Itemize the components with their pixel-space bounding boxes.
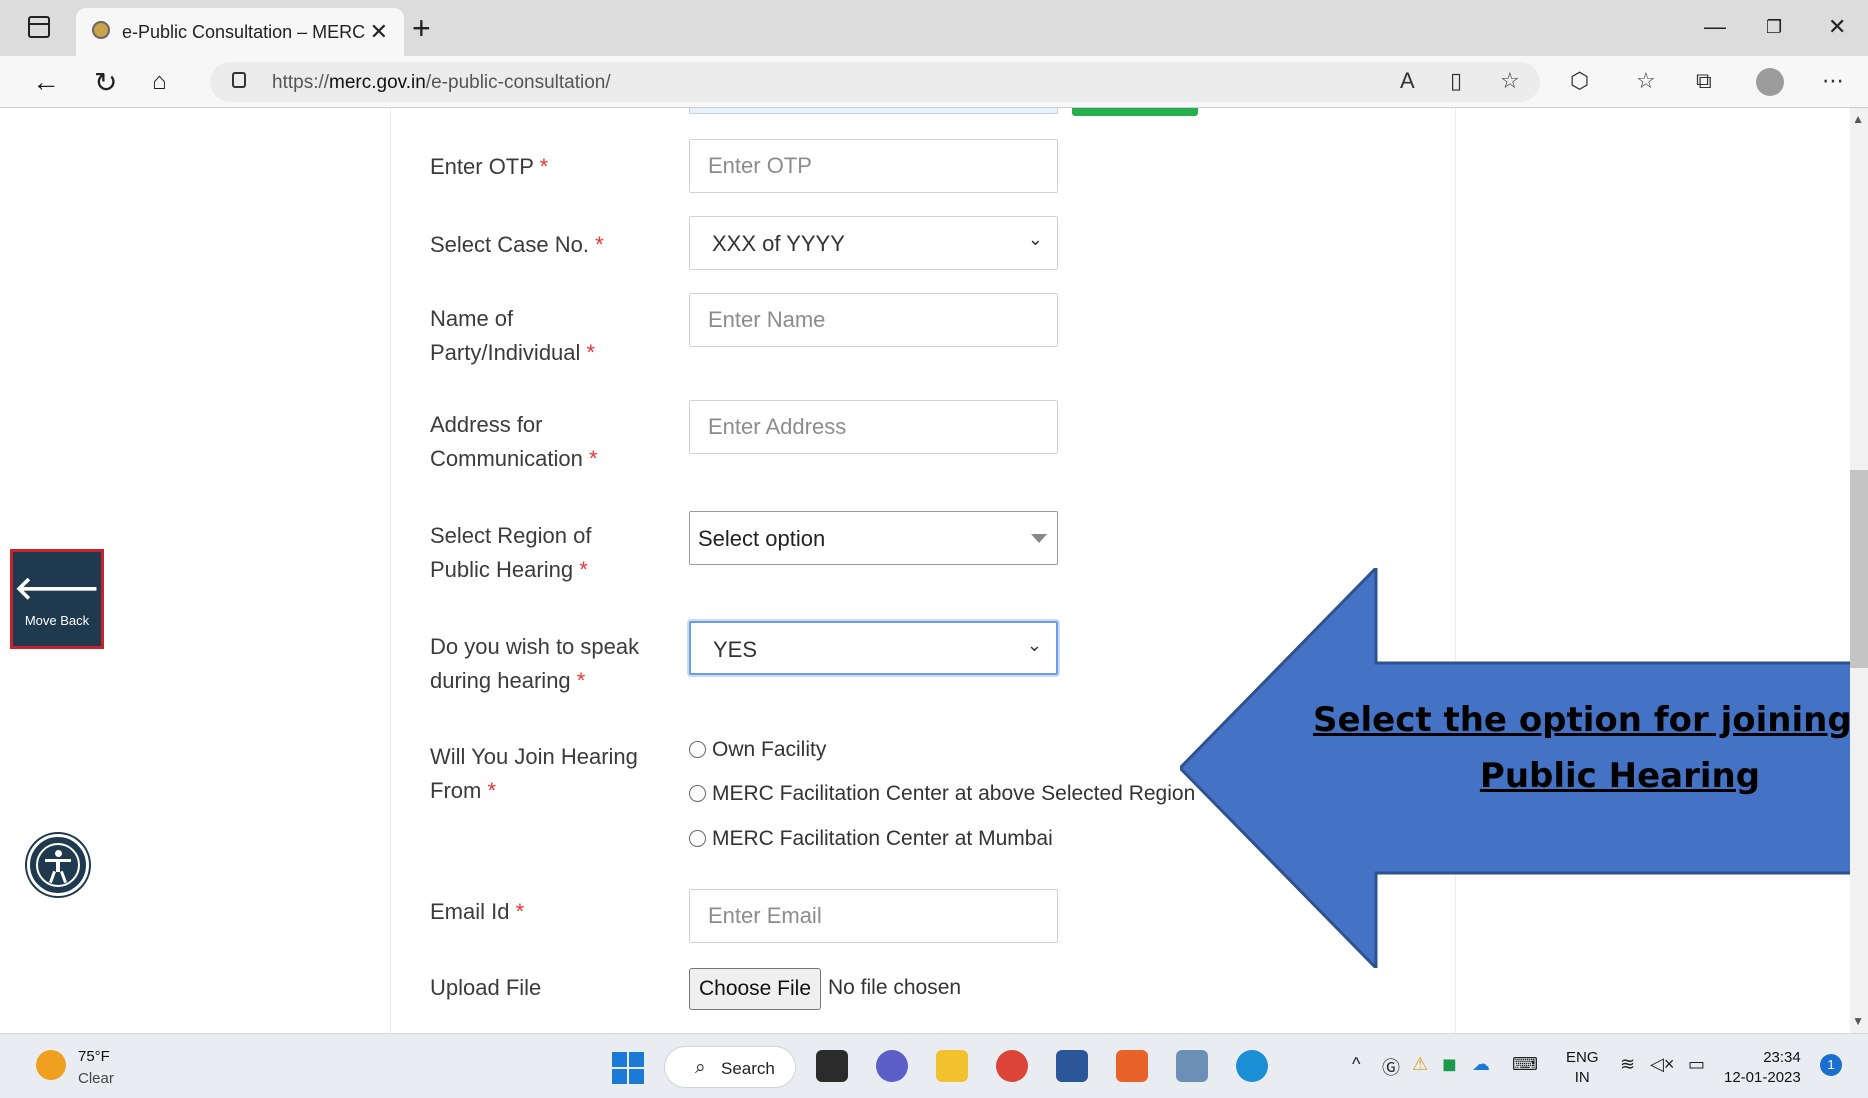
browser-address-bar: ← ↻ ⌂ https://merc.gov.in/e-public-consu… bbox=[0, 56, 1868, 108]
region-label: Select Region of Public Hearing * bbox=[430, 523, 592, 582]
profile-avatar-icon[interactable] bbox=[1756, 68, 1784, 96]
word-icon[interactable] bbox=[1056, 1050, 1088, 1082]
restore-icon[interactable]: ❐ bbox=[1766, 17, 1782, 38]
task-view-icon[interactable] bbox=[816, 1050, 848, 1082]
page-scrollbar[interactable]: ▲ ▼ bbox=[1850, 108, 1868, 1033]
language-indicator[interactable]: ENG IN bbox=[1566, 1048, 1599, 1088]
url-field[interactable]: https://merc.gov.in/e-public-consultatio… bbox=[210, 62, 1540, 102]
mobile-input-bottom bbox=[689, 108, 1058, 114]
scroll-down-icon[interactable]: ▼ bbox=[1852, 1014, 1864, 1028]
app-icon[interactable] bbox=[1116, 1050, 1148, 1082]
address-label: Address for Communication * bbox=[430, 412, 598, 471]
tab-actions-icon[interactable] bbox=[28, 16, 50, 38]
read-aloud-icon[interactable]: A bbox=[1400, 68, 1415, 94]
volume-muted-icon[interactable]: ◁× bbox=[1650, 1054, 1674, 1075]
site-favicon-icon bbox=[92, 21, 110, 39]
region-select-value: Select option bbox=[698, 526, 826, 551]
move-back-label: Move Back bbox=[24, 613, 90, 628]
speak-select-value: YES bbox=[713, 637, 758, 662]
minimize-icon[interactable]: — bbox=[1704, 14, 1726, 40]
back-icon[interactable]: ← bbox=[32, 66, 60, 98]
security-warning-icon[interactable]: ⚠ bbox=[1412, 1054, 1428, 1075]
speak-select[interactable]: YES ⌄ bbox=[689, 621, 1058, 675]
browser-tab-active[interactable]: e-Public Consultation – MERC ✕ bbox=[76, 8, 404, 56]
name-input[interactable] bbox=[689, 293, 1058, 347]
join-label: Will You Join Hearing From * bbox=[430, 744, 638, 803]
extensions-icon[interactable]: ⬡ bbox=[1570, 68, 1589, 94]
email-input[interactable] bbox=[689, 889, 1058, 943]
app-tray-icon[interactable]: ◼ bbox=[1442, 1054, 1457, 1075]
chrome-icon[interactable] bbox=[996, 1050, 1028, 1082]
join-option-own-facility[interactable]: Own Facility bbox=[689, 738, 826, 762]
move-back-button[interactable]: 🡐 Move Back bbox=[10, 549, 104, 649]
arrow-left-icon: 🡐 bbox=[14, 570, 100, 606]
close-tab-icon[interactable]: ✕ bbox=[370, 19, 388, 45]
new-tab-icon[interactable]: + bbox=[412, 10, 431, 47]
name-label: Name of Party/Individual * bbox=[430, 306, 596, 365]
favorites-icon[interactable]: ☆ bbox=[1636, 68, 1656, 94]
search-icon: ⌕ bbox=[695, 1057, 706, 1078]
callout-line-1: Select the option for joining the bbox=[1312, 700, 1868, 740]
immersive-reader-icon[interactable]: ▯ bbox=[1450, 68, 1462, 94]
case-label: Select Case No. * bbox=[430, 232, 604, 257]
weather-desc: Clear bbox=[78, 1070, 114, 1087]
join-option-mumbai-center[interactable]: MERC Facilitation Center at Mumbai bbox=[689, 827, 1053, 851]
case-select-value: XXX of YYYY bbox=[712, 231, 845, 256]
chevron-down-icon: ⌄ bbox=[1027, 229, 1043, 249]
callout-line-2: Public Hearing bbox=[1479, 756, 1761, 796]
case-select[interactable]: XXX of YYYY ⌄ bbox=[689, 216, 1058, 270]
teams-chat-icon[interactable] bbox=[876, 1050, 908, 1082]
add-favorite-icon[interactable]: ☆ bbox=[1500, 68, 1520, 94]
url-text: https://merc.gov.in/e-public-consultatio… bbox=[272, 72, 611, 93]
radio-button[interactable] bbox=[689, 785, 706, 802]
file-status: No file chosen bbox=[828, 976, 962, 999]
home-icon[interactable]: ⌂ bbox=[152, 68, 167, 96]
taskbar-search[interactable]: ⌕ Search bbox=[664, 1046, 796, 1088]
send-otp-button-bottom[interactable] bbox=[1072, 108, 1198, 116]
speak-label: Do you wish to speak during hearing * bbox=[430, 634, 640, 693]
more-menu-icon[interactable]: ⋯ bbox=[1822, 68, 1844, 94]
chevron-down-icon: ⌄ bbox=[1026, 635, 1042, 655]
close-window-icon[interactable]: ✕ bbox=[1828, 14, 1846, 40]
performance-monitor-icon[interactable] bbox=[1176, 1050, 1208, 1082]
tray-overflow-icon[interactable]: ^ bbox=[1352, 1054, 1360, 1075]
otp-input[interactable] bbox=[689, 139, 1058, 193]
grammarly-icon[interactable]: Ⓖ bbox=[1382, 1054, 1400, 1080]
onedrive-icon[interactable]: ☁ bbox=[1472, 1054, 1490, 1075]
windows-taskbar: 75°F Clear ⌕ Search ^ Ⓖ ⚠ ◼ ☁ ⌨ ENG IN ≋ … bbox=[0, 1033, 1868, 1098]
weather-temp: 75°F bbox=[78, 1048, 110, 1065]
scrollbar-thumb[interactable] bbox=[1850, 470, 1868, 668]
choose-file-button[interactable]: Choose File bbox=[689, 968, 821, 1010]
email-label: Email Id * bbox=[430, 899, 525, 924]
system-clock[interactable]: 23:34 12-01-2023 bbox=[1724, 1048, 1801, 1088]
file-explorer-icon[interactable] bbox=[936, 1050, 968, 1082]
accessibility-icon[interactable] bbox=[27, 834, 89, 896]
battery-icon[interactable]: ▭ bbox=[1688, 1054, 1705, 1075]
upload-label: Upload File bbox=[430, 975, 542, 1000]
caret-down-icon bbox=[1031, 534, 1047, 543]
radio-button[interactable] bbox=[689, 830, 706, 847]
radio-button[interactable] bbox=[689, 741, 706, 758]
lock-icon bbox=[232, 72, 246, 88]
otp-label: Enter OTP * bbox=[430, 154, 549, 179]
refresh-icon[interactable]: ↻ bbox=[94, 66, 117, 99]
browser-tab-bar: e-Public Consultation – MERC ✕ + — ❐ ✕ bbox=[0, 0, 1868, 56]
collections-icon[interactable]: ⧉ bbox=[1696, 68, 1712, 94]
page-viewport: Enter OTP * Select Case No. * XXX of YYY… bbox=[0, 108, 1868, 1033]
notification-badge[interactable]: 1 bbox=[1820, 1054, 1842, 1076]
join-option-region-center[interactable]: MERC Facilitation Center at above Select… bbox=[689, 782, 1195, 806]
region-select[interactable]: Select option bbox=[689, 511, 1058, 565]
address-input[interactable] bbox=[689, 400, 1058, 454]
edge-icon[interactable] bbox=[1236, 1050, 1268, 1082]
keyboard-icon[interactable]: ⌨ bbox=[1512, 1054, 1538, 1075]
moon-weather-icon[interactable] bbox=[36, 1050, 66, 1080]
windows-start-icon[interactable] bbox=[612, 1052, 644, 1084]
wifi-icon[interactable]: ≋ bbox=[1620, 1054, 1635, 1075]
tab-title: e-Public Consultation – MERC bbox=[122, 22, 366, 42]
scroll-up-icon[interactable]: ▲ bbox=[1852, 112, 1864, 126]
callout-text: Select the option for joining the Public… bbox=[1300, 692, 1868, 804]
